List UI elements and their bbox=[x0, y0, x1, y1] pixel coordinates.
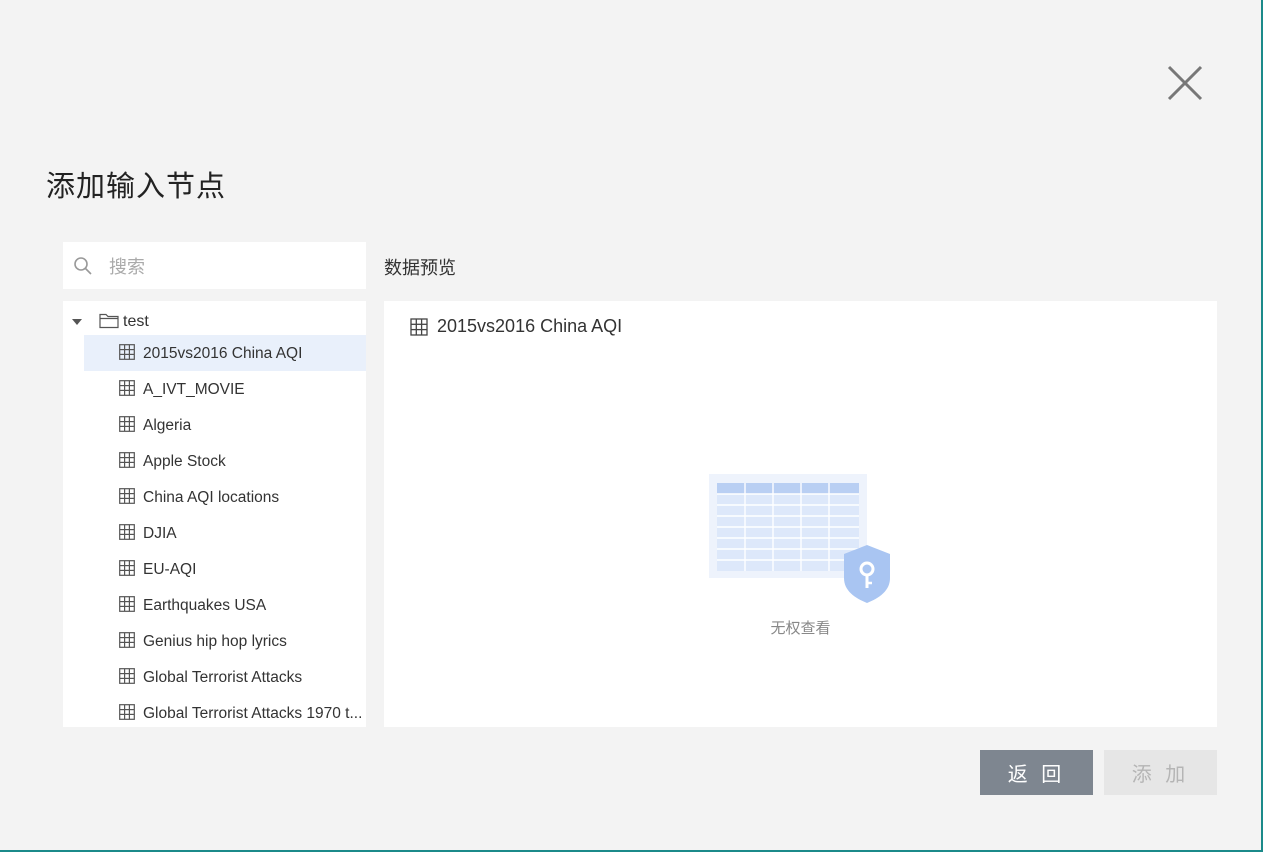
table-icon bbox=[119, 632, 135, 648]
table-icon bbox=[119, 488, 135, 504]
tree-item-dataset[interactable]: China AQI locations bbox=[84, 479, 366, 515]
search-input[interactable] bbox=[107, 250, 361, 284]
tree-item-label: China AQI locations bbox=[143, 489, 280, 506]
no-permission-text: 无权查看 bbox=[770, 620, 831, 637]
tree-item-label: Global Terrorist Attacks 1970 t... bbox=[143, 705, 363, 722]
tree-item-dataset[interactable]: Global Terrorist Attacks 1970 t... bbox=[84, 695, 366, 727]
table-icon bbox=[119, 344, 135, 360]
close-icon bbox=[1167, 65, 1203, 101]
back-button[interactable]: 返 回 bbox=[980, 750, 1093, 795]
folder-icon bbox=[99, 313, 119, 329]
preview-panel: 2015vs2016 China AQI 无权查看 bbox=[384, 301, 1217, 727]
table-icon bbox=[119, 416, 135, 432]
tree-item-label: A_IVT_MOVIE bbox=[143, 381, 245, 398]
dataset-list: 2015vs2016 China AQI A_IVT_MOVIE Algeria Ap… bbox=[84, 335, 366, 727]
add-button[interactable]: 添 加 bbox=[1104, 750, 1217, 795]
table-icon bbox=[119, 452, 135, 468]
tree-folder-test[interactable]: test bbox=[63, 309, 366, 335]
close-button[interactable] bbox=[1164, 62, 1206, 104]
tree-item-dataset[interactable]: Earthquakes USA bbox=[84, 587, 366, 623]
tree-item-dataset[interactable]: A_IVT_MOVIE bbox=[84, 371, 366, 407]
preview-dataset-name: 2015vs2016 China AQI bbox=[437, 316, 623, 336]
tree-item-dataset[interactable]: Global Terrorist Attacks bbox=[84, 659, 366, 695]
tree-item-label: DJIA bbox=[143, 525, 177, 542]
table-icon bbox=[119, 704, 135, 720]
tree-item-dataset[interactable]: Algeria bbox=[84, 407, 366, 443]
preview-title: 数据预览 bbox=[384, 258, 456, 278]
tree-item-dataset[interactable]: 2015vs2016 China AQI bbox=[84, 335, 366, 371]
dialog-title: 添加输入节点 bbox=[46, 171, 227, 203]
tree-item-label: Apple Stock bbox=[143, 453, 226, 470]
table-icon bbox=[119, 560, 135, 576]
dataset-tree: test 2015vs2016 China AQI A_IVT_MOVIE Alge… bbox=[63, 301, 366, 727]
search-box[interactable] bbox=[63, 242, 366, 289]
tree-item-label: Algeria bbox=[143, 417, 192, 434]
tree-item-label: 2015vs2016 China AQI bbox=[143, 345, 303, 362]
tree-item-dataset[interactable]: Genius hip hop lyrics bbox=[84, 623, 366, 659]
tree-item-dataset[interactable]: DJIA bbox=[84, 515, 366, 551]
tree-item-label: Global Terrorist Attacks bbox=[143, 669, 303, 686]
tree-item-dataset[interactable]: Apple Stock bbox=[84, 443, 366, 479]
tree-item-label: EU-AQI bbox=[143, 561, 197, 578]
tree-item-dataset[interactable]: EU-AQI bbox=[84, 551, 366, 587]
table-icon bbox=[119, 380, 135, 396]
no-permission-illustration bbox=[709, 474, 890, 603]
caret-down-icon[interactable] bbox=[72, 319, 82, 325]
tree-item-label: Genius hip hop lyrics bbox=[143, 633, 287, 650]
folder-label: test bbox=[123, 313, 149, 330]
table-icon bbox=[410, 318, 428, 336]
table-icon bbox=[119, 668, 135, 684]
table-icon bbox=[119, 524, 135, 540]
tree-item-label: Earthquakes USA bbox=[143, 597, 267, 614]
table-icon bbox=[119, 596, 135, 612]
search-icon bbox=[74, 257, 92, 275]
